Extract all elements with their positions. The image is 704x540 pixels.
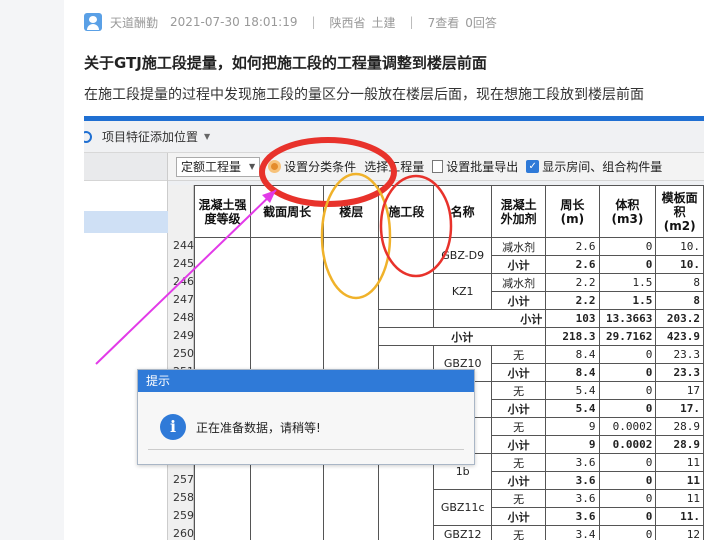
red-oval-annotation — [379, 174, 453, 278]
magenta-arrow-line — [95, 189, 277, 365]
orange-circle-annotation — [320, 172, 392, 300]
annotation-overlay — [95, 137, 453, 365]
red-circle-annotation — [259, 137, 397, 207]
